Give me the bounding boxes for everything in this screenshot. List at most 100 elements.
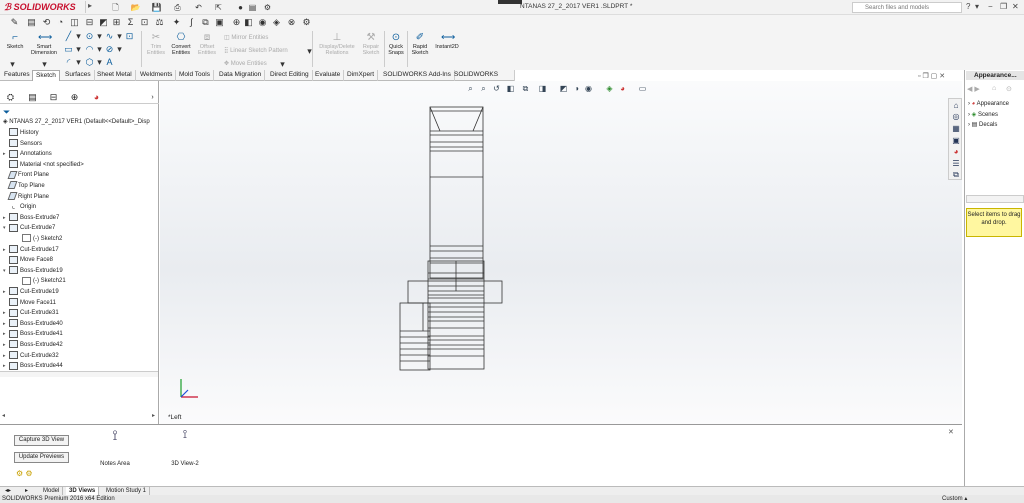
undo-icon[interactable]: ↶ [193,2,204,13]
line-dropdown-icon[interactable]: ▾ [74,32,83,41]
stop-icon[interactable]: ⊗ [287,18,296,27]
spline-dropdown-icon[interactable]: ▾ [115,32,124,41]
viewport-close-icon[interactable]: ✕ [939,73,945,80]
thumb-notes-area[interactable]: ⟟ Notes Area [95,427,135,467]
tree-item[interactable]: Material <not specified> [3,160,84,170]
repair-sketch-button[interactable]: ⚒ Repair Sketch [360,33,382,57]
tab-direct-editing[interactable]: Direct Editing [267,70,313,81]
edit-appearance-icon[interactable]: ◉ [583,83,594,94]
tree-item[interactable]: Front Plane [3,170,49,180]
ref-geometry-icon[interactable]: ✦ [172,18,181,27]
tab-addins[interactable]: SOLIDWORKS Add-Ins [380,70,455,81]
sum-icon[interactable]: Σ [126,18,135,27]
appearance-icon[interactable]: ◉ [258,18,267,27]
tree-item[interactable]: ▸ Cut-Extrude31 [3,308,59,318]
move-entities-button[interactable]: ✥ Move Entities [224,60,267,67]
tab-sketch[interactable]: Sketch [32,70,60,81]
capture-3d-view-button[interactable]: Capture 3D View [14,435,69,446]
text-tool-icon[interactable]: A [105,58,114,67]
expand-tabs-icon[interactable]: › [146,92,159,103]
tree-item[interactable]: ▸ Boss-Extrude7 [3,213,59,223]
help-icon[interactable]: ? [966,2,970,11]
rectangle-icon[interactable]: ▭ [64,45,73,54]
help-dropdown-icon[interactable]: ▾ [975,2,979,11]
fillet-dropdown-icon[interactable]: ▾ [74,58,83,67]
property-manager-tab-icon[interactable]: ▤ [26,92,39,103]
tree-item[interactable]: Move Face11 [3,298,56,308]
display-state-icon[interactable]: ⊕ [232,18,241,27]
tree-item[interactable]: ▸ Boss-Extrude44 [3,361,63,371]
polygon-dropdown-icon[interactable]: ▾ [95,58,104,67]
close-icon[interactable]: ✕ [1012,2,1019,11]
scroll-right-icon[interactable]: ▸ [152,412,155,419]
tp-item-decals[interactable]: › ▤ Decals [968,121,997,130]
update-previews-button[interactable]: Update Previews [14,452,69,463]
convert-entities-button[interactable]: ⎔ Convert Entities [168,33,194,57]
options-gear-icon[interactable]: ⚙ [262,2,273,13]
view-settings-icon[interactable]: ◕ [617,83,628,94]
dimension-dropdown-icon[interactable]: ▾ [40,60,49,69]
rebuild-icon[interactable]: ● [235,2,246,13]
pin-icon[interactable]: ⊙ [1006,85,1012,93]
dynamic-annotation-icon[interactable]: ⧉ [520,83,531,94]
sweep-icon[interactable]: ◔ [56,18,65,27]
menu-expand-icon[interactable]: ▸ [85,1,94,13]
zoom-area-icon[interactable]: ⌕ [478,83,489,94]
tree-item[interactable]: ▸ Cut-Extrude17 [3,245,59,255]
feature-tree-tab-icon[interactable]: ⛭ [4,92,17,103]
cut-icon[interactable]: ⊟ [85,18,94,27]
appearances-tab-icon[interactable]: ◕ [951,147,961,157]
instant2d-button[interactable]: ⟷ Instant2D [432,33,462,51]
3d-view-tools-icon[interactable]: ⚙ ⚙ [16,469,33,478]
dimxpert-tab-icon[interactable]: ⊕ [68,92,81,103]
tree-item[interactable]: ▾ Cut-Extrude7 [3,223,55,233]
tab-sheet-metal[interactable]: Sheet Metal [94,70,136,81]
configuration-manager-tab-icon[interactable]: ⊟ [47,92,60,103]
trim-entities-button[interactable]: ✂ Trim Entities [145,33,167,57]
smart-dimension-button[interactable]: ⟷ Smart Dimension [27,33,61,57]
polygon-icon[interactable]: ⬡ [85,58,94,67]
minimize-icon[interactable]: − [988,2,993,11]
scroll-left-icon[interactable]: ◂ [2,412,5,419]
rectangle-dropdown-icon[interactable]: ▾ [74,45,83,54]
rapid-sketch-button[interactable]: ✐ Rapid Sketch [409,33,431,57]
view-orientation-icon[interactable]: ◨ [537,83,548,94]
tab-dimxpert[interactable]: DimXpert [344,70,379,81]
tab-mbd[interactable]: SOLIDWORKS MBD [451,70,515,88]
viewport-restore-icon[interactable]: ❐ [922,73,930,80]
circle-icon[interactable]: ⊙ [85,32,94,41]
ellipse-icon[interactable]: ⊘ [105,45,114,54]
arc-icon[interactable]: ◠ [85,45,94,54]
linear-pattern-button[interactable]: ⣿ Linear Sketch Pattern [224,47,288,54]
tree-item[interactable]: Sensors [3,139,42,149]
units-selector[interactable]: Custom ▴ [942,495,967,503]
tree-item[interactable]: (-) Sketch2 [16,234,62,244]
tree-item[interactable]: ▸ Cut-Extrude19 [3,287,59,297]
move-dropdown-icon[interactable]: ▾ [278,60,287,69]
offset-entities-button[interactable]: ⧈ Offset Entities [195,33,219,57]
mirror-entities-button[interactable]: ◫ Mirror Entities [224,34,268,41]
file-properties-icon[interactable]: ▤ [247,2,258,13]
quick-snaps-button[interactable]: ⊙ Quick Snaps [386,33,406,57]
new-document-icon[interactable]: 🗋 [110,2,121,13]
home-nav-icon[interactable]: ⌂ [992,85,996,92]
hide-show-icon[interactable]: ◑ [571,83,582,94]
settings-icon[interactable]: ⚙ [302,18,311,27]
circle-dropdown-icon[interactable]: ▾ [95,32,104,41]
previous-view-icon[interactable]: ↺ [491,83,502,94]
revolve-icon[interactable]: ⟲ [42,18,51,27]
tab-mold-tools[interactable]: Mold Tools [176,70,214,81]
sketch-tool-icon[interactable]: ✎ [10,18,19,27]
section-view-icon[interactable]: ◧ [505,83,516,94]
viewport-maximize-icon[interactable]: ▢ [931,73,940,80]
loft-icon[interactable]: ◫ [70,18,79,27]
print-icon[interactable]: ⎙ [172,2,183,13]
graphics-icon[interactable]: ▣ [215,18,224,27]
tree-item[interactable]: (-) Sketch21 [16,276,66,286]
tree-item[interactable]: ▸ Cut-Extrude32 [3,351,59,361]
file-explorer-icon[interactable]: ▣ [951,136,961,146]
sketch-dropdown-icon[interactable]: ▾ [8,60,17,69]
select-icon[interactable]: ⇱ [213,2,224,13]
section-icon[interactable]: ◧ [244,18,253,27]
sketch-button[interactable]: ⌐ Sketch [3,33,27,51]
